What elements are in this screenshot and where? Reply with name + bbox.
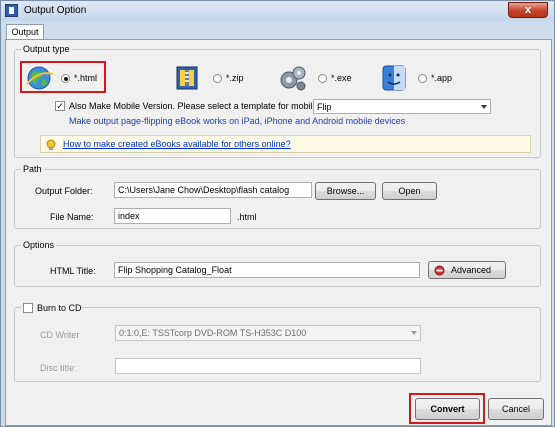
file-extension-label: .html — [237, 212, 257, 222]
output-panel: Output type *.html *.zip *.exe *.app ✓ A… — [5, 39, 552, 426]
burn-to-cd-header: Burn to CD — [21, 302, 82, 314]
help-bar: How to make created eBooks available for… — [40, 135, 531, 153]
zip-archive-icon — [176, 66, 198, 90]
html-title-label: HTML Title: — [50, 266, 96, 276]
html-highlight-box — [20, 61, 106, 93]
zip-option-label[interactable]: *.zip — [226, 73, 244, 83]
burn-to-cd-label[interactable]: Burn to CD — [37, 303, 82, 313]
burn-to-cd-checkbox[interactable] — [23, 303, 33, 313]
window-title: Output Option — [24, 5, 87, 16]
chevron-down-icon — [481, 105, 487, 109]
zip-radio[interactable] — [213, 74, 222, 83]
cd-writer-value: 0:1:0,E: TSSTcorp DVD-ROM TS-H353C D100 — [119, 328, 307, 338]
open-button[interactable]: Open — [382, 182, 437, 200]
path-group: Path Output Folder: C:\Users\Jane Chow\D… — [14, 164, 541, 229]
mobile-version-label: Also Make Mobile Version. Please select … — [69, 101, 321, 111]
exe-option-label[interactable]: *.exe — [331, 73, 352, 83]
output-option-window: Output Option x Output Output type *.htm… — [0, 0, 555, 427]
file-name-input[interactable]: index — [114, 208, 231, 224]
gears-icon — [280, 66, 306, 91]
close-button[interactable]: x — [508, 2, 548, 18]
wrench-icon — [434, 265, 445, 276]
advanced-button[interactable]: Advanced — [428, 261, 506, 279]
cd-writer-label: CD Writer — [40, 330, 80, 340]
convert-highlight-box — [409, 393, 485, 424]
help-link[interactable]: How to make created eBooks available for… — [63, 139, 291, 149]
chevron-down-icon — [411, 331, 417, 335]
mobile-template-dropdown[interactable]: Flip — [313, 99, 491, 114]
mobile-note: Make output page-flipping eBook works on… — [69, 116, 406, 126]
exe-radio[interactable] — [318, 74, 327, 83]
options-group: Options HTML Title: Flip Shopping Catalo… — [14, 240, 541, 287]
output-folder-input[interactable]: C:\Users\Jane Chow\Desktop\flash catalog — [114, 182, 312, 198]
app-icon — [5, 4, 18, 17]
advanced-label: Advanced — [451, 265, 492, 275]
options-label: Options — [21, 240, 57, 250]
disc-title-input — [115, 358, 421, 374]
file-name-label: File Name: — [50, 212, 94, 222]
burn-to-cd-group: Burn to CD CD Writer 0:1:0,E: TSSTcorp D… — [14, 302, 541, 382]
mobile-version-checkbox[interactable]: ✓ — [55, 101, 65, 111]
title-bar[interactable]: Output Option x — [1, 1, 554, 21]
mobile-template-value: Flip — [317, 102, 332, 112]
output-type-group: Output type *.html *.zip *.exe *.app ✓ A… — [14, 44, 541, 158]
output-folder-label: Output Folder: — [35, 186, 93, 196]
path-label: Path — [21, 164, 44, 174]
mac-finder-icon — [382, 65, 406, 91]
output-type-label: Output type — [21, 44, 72, 54]
app-option-label[interactable]: *.app — [431, 73, 452, 83]
disc-title-label: Disc title: — [40, 363, 77, 373]
tab-strip: Output — [4, 22, 552, 41]
app-radio[interactable] — [418, 74, 427, 83]
cancel-button[interactable]: Cancel — [488, 398, 544, 420]
browse-button[interactable]: Browse... — [315, 182, 376, 200]
html-title-input[interactable]: Flip Shopping Catalog_Float — [114, 262, 420, 278]
cd-writer-dropdown: 0:1:0,E: TSSTcorp DVD-ROM TS-H353C D100 — [115, 325, 421, 341]
lightbulb-icon — [46, 139, 56, 150]
